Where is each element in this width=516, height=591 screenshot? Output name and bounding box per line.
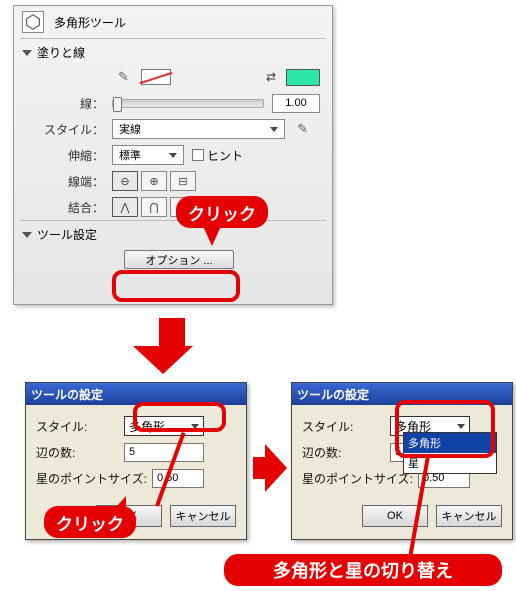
label-scale: 伸縮： <box>14 147 104 164</box>
label-style: スタイル: <box>36 418 124 435</box>
label-sides: 辺の数: <box>302 444 390 461</box>
options-button[interactable]: オプション ... <box>124 250 234 269</box>
disclosure-triangle-icon <box>22 232 32 238</box>
checkbox-label: ヒント <box>207 147 243 164</box>
callout-click: クリック <box>176 196 268 228</box>
section-label: 塗りと線 <box>37 44 85 61</box>
stroke-style-row: スタイル： 実線 ✎ <box>14 116 332 142</box>
pointsize-input[interactable]: 0.50 <box>152 469 204 488</box>
label-stroke: 線： <box>14 95 104 112</box>
combo-value: 標準 <box>119 147 141 163</box>
section-tool-options[interactable]: ツール設定 <box>14 221 332 246</box>
stroke-style-combo[interactable]: 実線 <box>112 119 285 139</box>
label-cap: 線端： <box>14 173 104 190</box>
scale-combo[interactable]: 標準 <box>112 145 184 165</box>
fill-color-swatch[interactable] <box>286 69 320 86</box>
label-sides: 辺の数: <box>36 444 124 461</box>
cap-round-button[interactable]: ⊕ <box>141 171 167 191</box>
label-style: スタイル： <box>14 121 104 138</box>
highlight-options-button <box>112 270 240 302</box>
callout-swap: 多角形と星の切り替え <box>224 554 502 586</box>
callout-click: クリック <box>44 506 136 538</box>
stroke-none-swatch[interactable] <box>141 69 171 85</box>
join-round-button[interactable]: ⋂ <box>141 197 167 217</box>
panel-titlebar: 多角形ツール <box>14 6 332 38</box>
cap-row: 線端： ⊖ ⊕ ⊟ <box>14 168 332 194</box>
join-row: 結合： ⋀ ⋂ ⊓ <box>14 194 332 220</box>
combo-value: 実線 <box>119 121 141 137</box>
flow-arrow-right-icon <box>253 444 287 492</box>
scale-row: 伸縮： 標準 ヒント <box>14 142 332 168</box>
chevron-down-icon <box>167 153 179 158</box>
label-pointsize: 星のポイントサイズ: <box>36 470 152 487</box>
sides-input[interactable]: 5 <box>124 443 204 462</box>
join-miter-button[interactable]: ⋀ <box>112 197 138 217</box>
checkbox-icon <box>192 149 204 161</box>
cancel-button[interactable]: キャンセル <box>436 505 502 527</box>
polygon-tool-icon <box>22 11 44 33</box>
label-join: 結合： <box>14 199 104 216</box>
cancel-button[interactable]: キャンセル <box>170 505 236 527</box>
highlight-style-combo <box>133 402 226 432</box>
cap-square-button[interactable]: ⊟ <box>170 171 196 191</box>
cap-butt-button[interactable]: ⊖ <box>112 171 138 191</box>
flow-arrow-down-icon <box>150 318 193 374</box>
label-pointsize: 星のポイントサイズ: <box>302 470 418 487</box>
edit-style-icon[interactable]: ✎ <box>297 121 308 137</box>
hinting-checkbox[interactable]: ヒント <box>192 147 243 164</box>
highlight-dropdown-list <box>395 400 495 458</box>
section-label: ツール設定 <box>37 226 97 243</box>
tool-options-panel: 多角形ツール 塗りと線 ✎ ⇄ 線： 1.00 スタイル： 実線 ✎ 伸縮： 標… <box>13 5 333 305</box>
fill-stroke-row: ✎ ⇄ <box>14 64 332 90</box>
stroke-width-input[interactable]: 1.00 <box>272 94 320 113</box>
panel-title: 多角形ツール <box>54 14 126 31</box>
label-style: スタイル: <box>302 418 390 435</box>
stroke-width-slider[interactable] <box>112 99 264 108</box>
disclosure-triangle-icon <box>22 50 32 56</box>
stroke-pencil-icon[interactable]: ✎ <box>118 69 129 85</box>
swap-fill-stroke-icon[interactable]: ⇄ <box>266 70 276 84</box>
section-fill-and-stroke[interactable]: 塗りと線 <box>14 39 332 64</box>
chevron-down-icon <box>268 127 280 132</box>
stroke-width-row: 線： 1.00 <box>14 90 332 116</box>
